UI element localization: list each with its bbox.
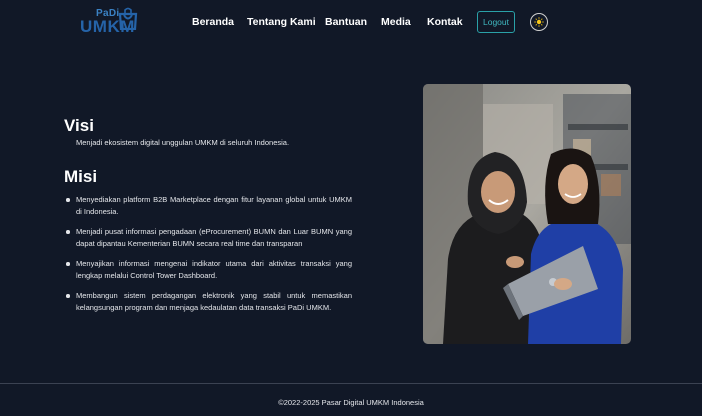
misi-list: Menyediakan platform B2B Marketplace den… — [64, 194, 352, 322]
padi-umkm-logo[interactable]: PaDi UMKM — [78, 6, 140, 36]
nav-kontak[interactable]: Kontak — [427, 16, 463, 28]
bullet-icon — [66, 262, 70, 266]
visi-text: Menjadi ekosistem digital unggulan UMKM … — [76, 138, 290, 147]
footer-copyright: ©2022-2025 Pasar Digital UMKM Indonesia — [278, 398, 424, 407]
misi-heading: Misi — [64, 167, 98, 186]
nav-bantuan[interactable]: Bantuan — [325, 16, 367, 28]
nav-tentang-kami[interactable]: Tentang Kami — [247, 16, 316, 28]
misi-item-text: Menjadi pusat informasi pengadaan (eProc… — [76, 227, 352, 248]
bullet-icon — [66, 230, 70, 234]
two-women-laptop-illustration — [423, 84, 631, 344]
theme-toggle-button[interactable] — [530, 13, 548, 31]
footer-divider — [0, 383, 702, 384]
misi-item: Membangun sistem perdagangan elektronik … — [64, 290, 352, 314]
misi-item-text: Menyediakan platform B2B Marketplace den… — [76, 195, 352, 216]
nav-media[interactable]: Media — [381, 16, 411, 28]
misi-item: Menyajikan informasi mengenai indikator … — [64, 258, 352, 282]
bullet-icon — [66, 198, 70, 202]
shopping-bag-icon — [118, 7, 138, 30]
misi-item: Menyediakan platform B2B Marketplace den… — [64, 194, 352, 218]
misi-item: Menjadi pusat informasi pengadaan (eProc… — [64, 226, 352, 250]
sun-icon — [534, 17, 544, 27]
bullet-icon — [66, 294, 70, 298]
site-header: PaDi UMKM Beranda Tentang Kami Bantuan M… — [0, 0, 702, 44]
visi-misi-photo — [423, 84, 631, 344]
nav-beranda[interactable]: Beranda — [192, 16, 234, 28]
misi-item-text: Menyajikan informasi mengenai indikator … — [76, 259, 352, 280]
misi-item-text: Membangun sistem perdagangan elektronik … — [76, 291, 352, 312]
visi-heading: Visi — [64, 116, 94, 135]
logout-button[interactable]: Logout — [477, 11, 515, 33]
